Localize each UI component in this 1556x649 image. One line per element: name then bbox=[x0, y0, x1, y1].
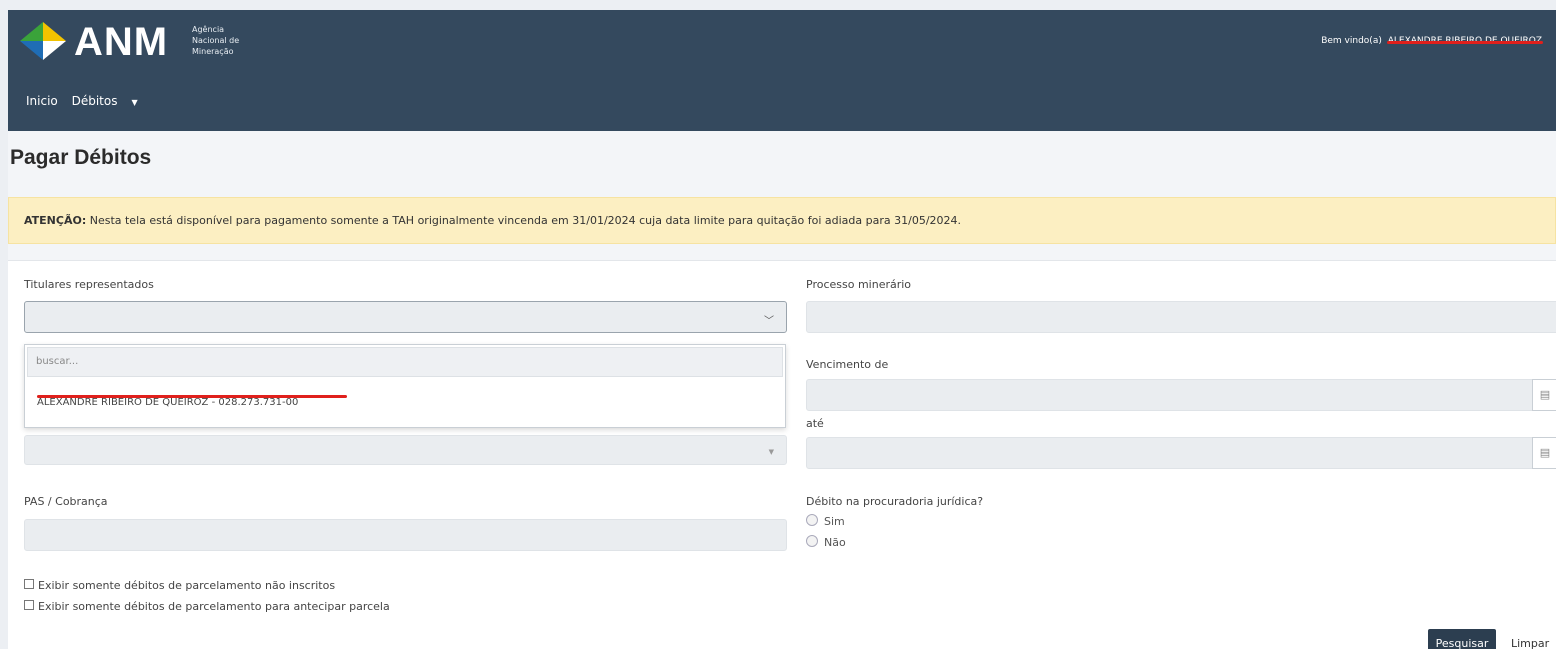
vencimento-ate-input[interactable] bbox=[806, 437, 1536, 469]
diamond-logo-icon bbox=[20, 22, 66, 60]
alert-text: Nesta tela está disponível para pagament… bbox=[86, 214, 962, 227]
radio-nao[interactable]: Não bbox=[806, 535, 846, 549]
pas-cobranca-input[interactable] bbox=[24, 519, 787, 551]
limpar-link[interactable]: Limpar bbox=[1511, 637, 1549, 649]
redaction-mark bbox=[37, 395, 347, 398]
calendar-icon[interactable]: ▤ bbox=[1532, 437, 1556, 469]
processo-label: Processo minerário bbox=[806, 278, 912, 291]
nav-debitos[interactable]: Débitos ▼ bbox=[72, 94, 148, 108]
radio-circle[interactable] bbox=[806, 514, 818, 526]
vencimento-label: Vencimento de bbox=[806, 358, 889, 371]
titulares-label: Titulares representados bbox=[24, 278, 154, 291]
titulares-dropdown: buscar... ALEXANDRE RIBEIRO DE QUEIROZ -… bbox=[24, 344, 786, 428]
logo-wordmark: ANM bbox=[74, 20, 169, 64]
main-nav: Inicio Débitos ▼ bbox=[26, 94, 158, 108]
attention-alert: ATENÇÃO: Nesta tela está disponível para… bbox=[8, 197, 1556, 244]
browser-viewport: ANM Agência Nacional de Mineração Bem vi… bbox=[8, 10, 1556, 649]
search-form-card: Titulares representados ﹀ ▼ PAS / Cobran… bbox=[8, 260, 1556, 649]
dropdown-search-input[interactable]: buscar... bbox=[27, 347, 783, 377]
radio-circle[interactable] bbox=[806, 535, 818, 547]
titular-option[interactable]: ALEXANDRE RIBEIRO DE QUEIROZ - 028.273.7… bbox=[37, 397, 298, 408]
procuradoria-label: Débito na procuradoria jurídica? bbox=[806, 495, 984, 508]
calendar-icon[interactable]: ▤ bbox=[1532, 379, 1556, 411]
titulares-select[interactable]: ﹀ bbox=[24, 301, 787, 333]
processo-input[interactable] bbox=[806, 301, 1556, 333]
checkbox-nao-inscritos[interactable]: Exibir somente débitos de parcelamento n… bbox=[24, 579, 335, 592]
welcome-message: Bem vindo(a) ALEXANDRE RIBEIRO DE QUEIRO… bbox=[1321, 36, 1544, 46]
checkbox-antecipar-parcela[interactable]: Exibir somente débitos de parcelamento p… bbox=[24, 600, 390, 613]
top-header: ANM Agência Nacional de Mineração Bem vi… bbox=[8, 10, 1556, 131]
checkbox-box[interactable] bbox=[24, 600, 34, 610]
alert-label: ATENÇÃO: bbox=[24, 214, 87, 227]
caret-down-icon: ▼ bbox=[131, 98, 138, 107]
checkbox-box[interactable] bbox=[24, 579, 34, 589]
logo-subtitle: Agência Nacional de Mineração bbox=[192, 25, 240, 56]
hidden-select-field[interactable]: ▼ bbox=[24, 435, 787, 465]
chevron-down-icon: ﹀ bbox=[764, 316, 774, 327]
nav-inicio[interactable]: Inicio bbox=[26, 94, 58, 108]
pas-label: PAS / Cobrança bbox=[24, 495, 108, 508]
ate-label: até bbox=[806, 417, 824, 430]
page-title: Pagar Débitos bbox=[10, 146, 152, 169]
vencimento-de-input[interactable] bbox=[806, 379, 1536, 411]
caret-down-icon: ▼ bbox=[768, 448, 774, 456]
pesquisar-button[interactable]: Pesquisar bbox=[1428, 629, 1496, 649]
radio-sim[interactable]: Sim bbox=[806, 514, 845, 528]
redaction-mark bbox=[1387, 41, 1544, 44]
